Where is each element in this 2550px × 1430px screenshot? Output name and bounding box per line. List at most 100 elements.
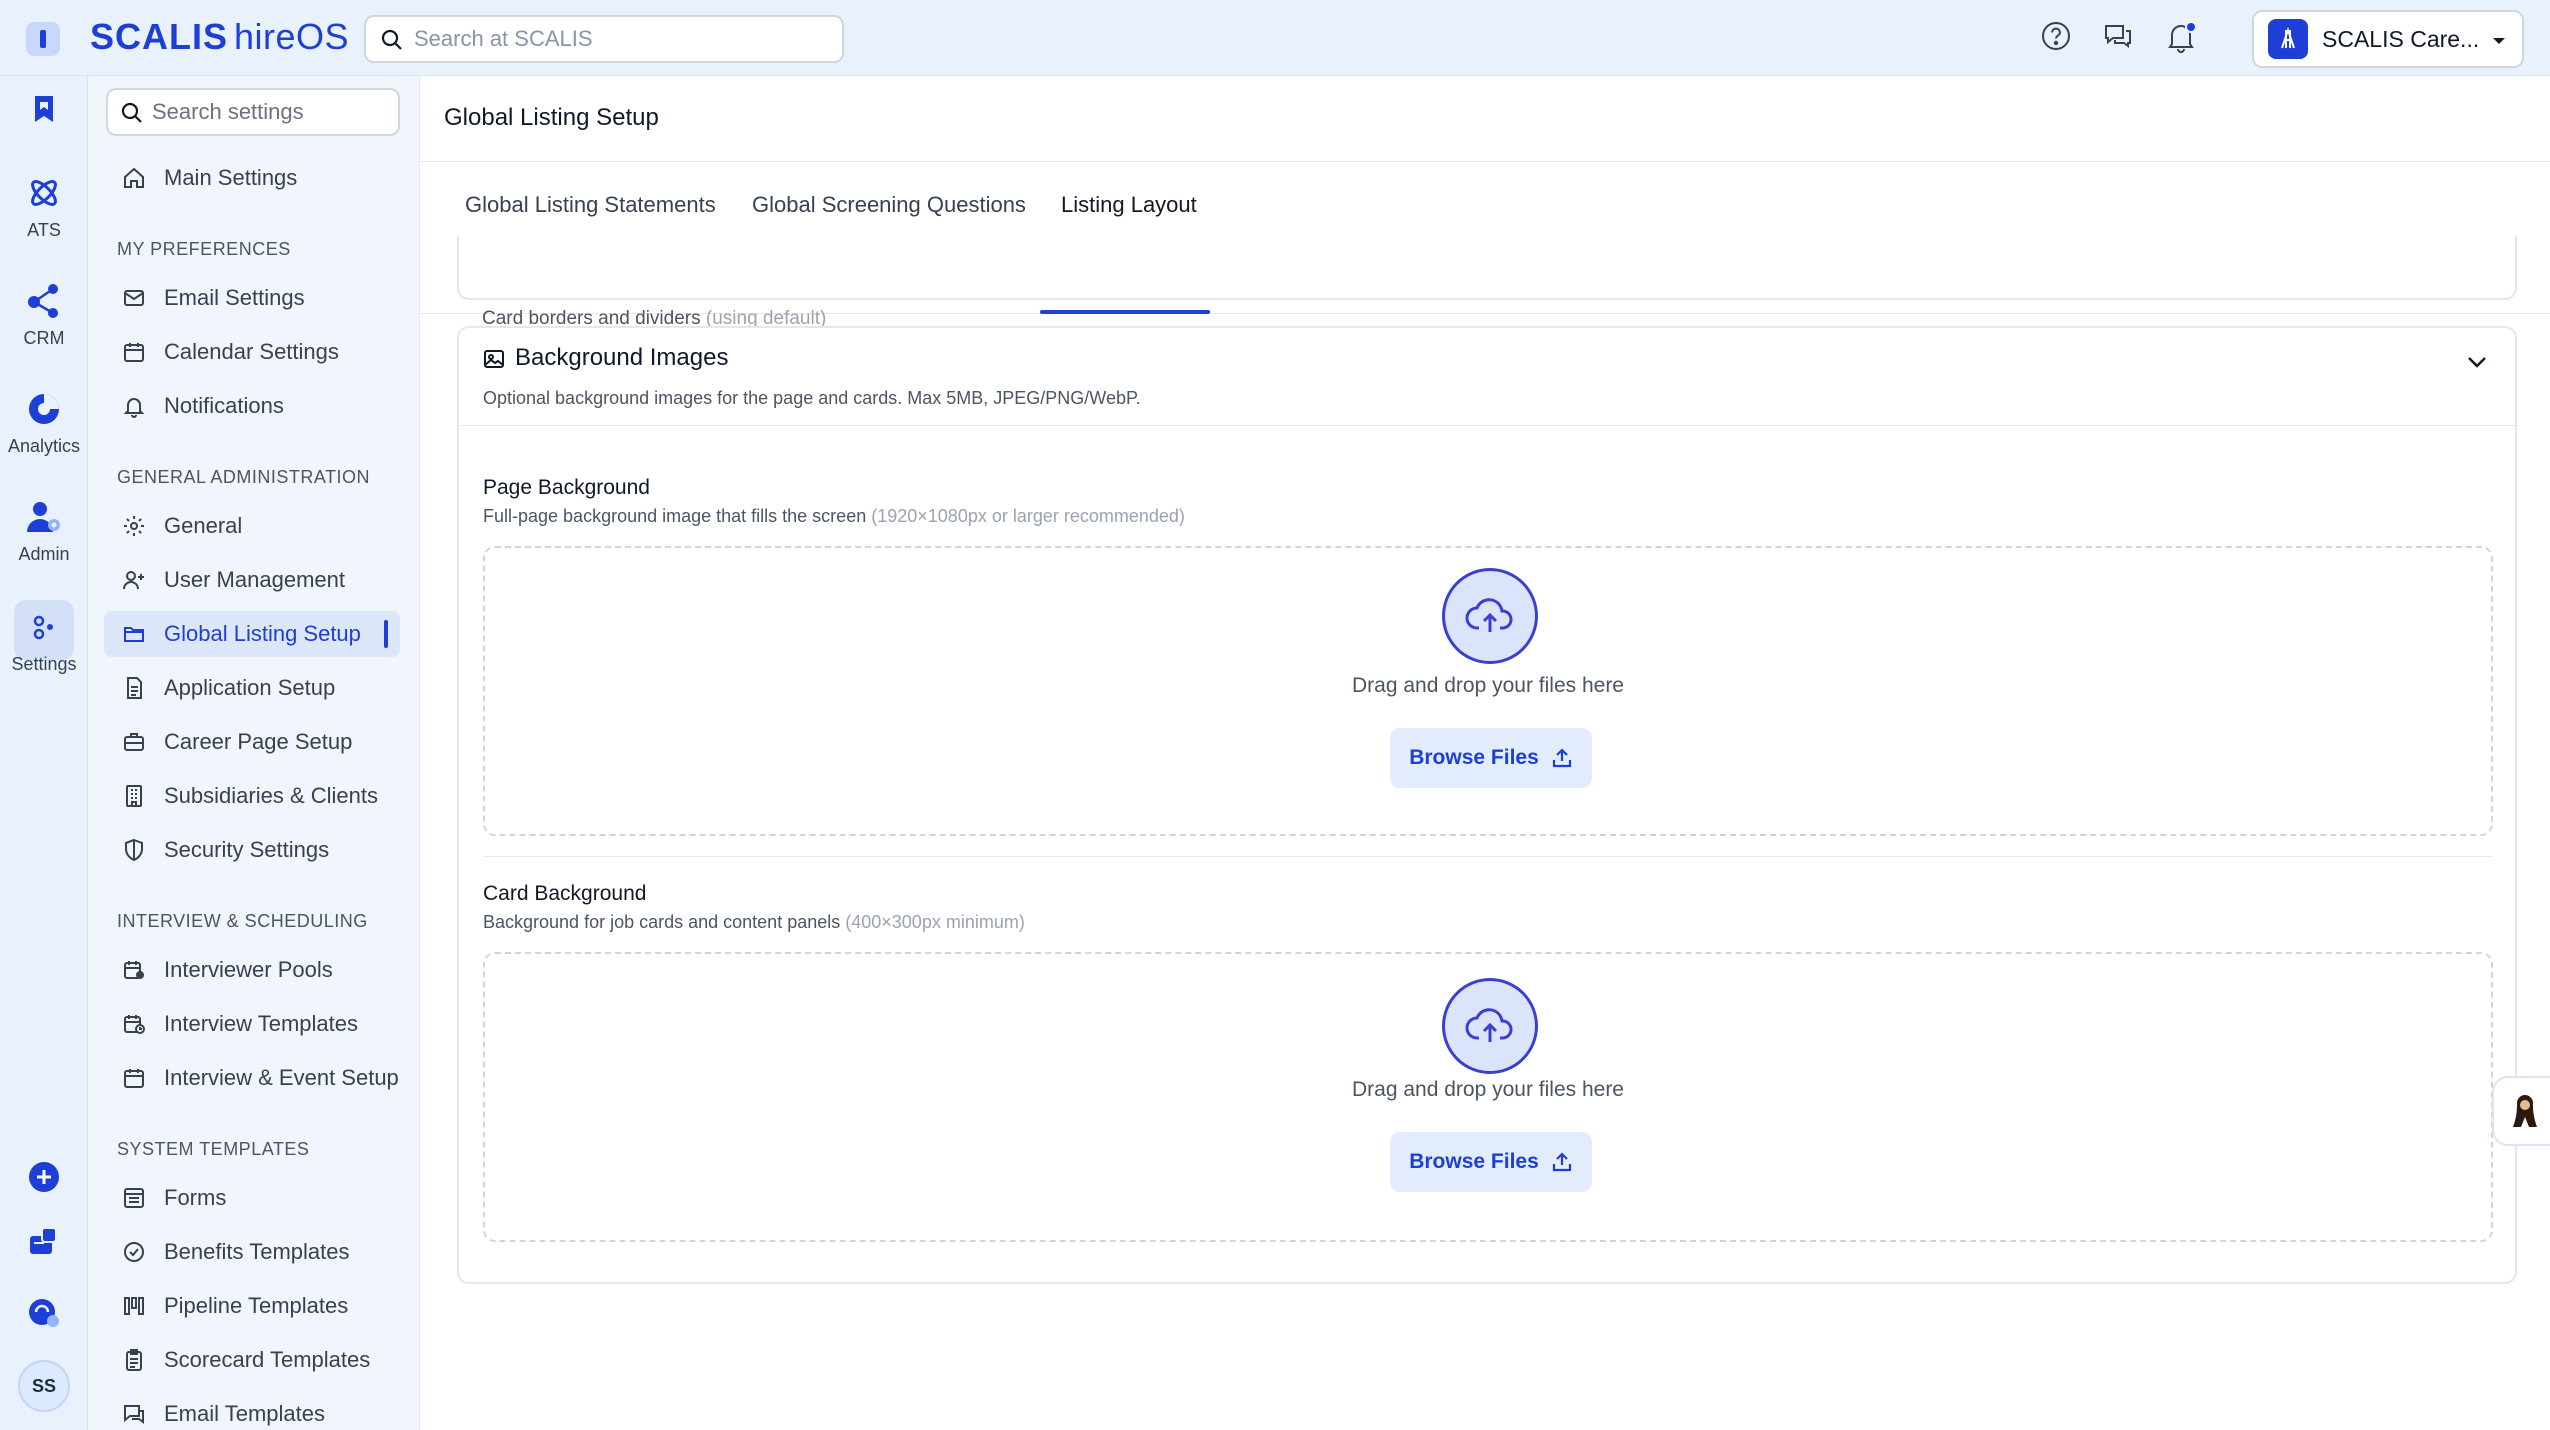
help-icon[interactable] [2040, 20, 2072, 57]
upload-icon [1551, 1151, 1573, 1173]
support-agent-avatar-icon [2513, 1095, 2537, 1127]
sidebar-item-email-templates[interactable]: Email Templates [104, 1391, 400, 1430]
sidebar-item-label: Main Settings [164, 165, 298, 190]
sidebar-item-interviewer-pools[interactable]: Interviewer Pools [104, 947, 400, 993]
section-heading-interview-scheduling: INTERVIEW & SCHEDULING [117, 911, 368, 931]
chevron-down-icon[interactable] [2463, 348, 2491, 381]
section-divider [483, 856, 2493, 857]
main-content: Global Listing Setup Global Listing Stat… [421, 76, 2550, 1430]
browse-files-label: Browse Files [1409, 1150, 1539, 1173]
sidebar-item-pipeline-templates[interactable]: Pipeline Templates [104, 1283, 400, 1329]
document-icon [120, 674, 148, 702]
sidebar-item-label: Email Templates [164, 1401, 325, 1426]
messages-icon[interactable] [2102, 20, 2134, 57]
card-description: Optional background images for the page … [483, 388, 1141, 408]
rail-integrations[interactable] [0, 1294, 88, 1330]
network-icon [0, 282, 88, 320]
sidebar-item-label: Email Settings [164, 285, 305, 310]
brand-product: hireOS [234, 16, 350, 57]
organization-switcher[interactable]: SCALIS Care... [2252, 10, 2524, 68]
page-background-dropzone[interactable]: Drag and drop your files here Browse Fil… [483, 546, 2493, 836]
sidebar-item-label: Global Listing Setup [164, 621, 361, 646]
brand-logo[interactable]: SCALIS hireOS [90, 17, 349, 57]
browse-files-button[interactable]: Browse Files [1390, 1132, 1592, 1192]
card-title: Background Images [515, 344, 729, 371]
page-header: Global Listing Setup [421, 76, 2550, 162]
sidebar-item-calendar-settings[interactable]: Calendar Settings [104, 329, 400, 375]
rail-item-analytics[interactable]: Analytics [0, 390, 88, 457]
background-images-card: Background Images Optional background im… [457, 326, 2517, 1284]
sidebar-item-label: Interview Templates [164, 1011, 359, 1036]
rail-label-admin: Admin [18, 544, 70, 564]
rail-inbox[interactable] [0, 1224, 88, 1260]
dropzone-text: Drag and drop your files here [1352, 1078, 1624, 1101]
sidebar-item-main-settings[interactable]: Main Settings [104, 155, 400, 201]
app-launcher-icon[interactable] [26, 22, 60, 56]
sidebar-item-subsidiaries-clients[interactable]: Subsidiaries & Clients [104, 773, 400, 819]
card-background-dropzone[interactable]: Drag and drop your files here Browse Fil… [483, 952, 2493, 1242]
kanban-icon [120, 1292, 148, 1320]
sidebar-item-label: Security Settings [164, 837, 330, 862]
section-heading-general-administration: GENERAL ADMINISTRATION [117, 467, 371, 487]
sidebar-item-forms[interactable]: Forms [104, 1175, 400, 1221]
card-header[interactable]: Background Images Optional background im… [459, 328, 2515, 426]
sidebar-item-interview-event-setup[interactable]: Interview & Event Setup [104, 1055, 400, 1101]
pie-chart-icon [0, 390, 88, 428]
sidebar-item-scorecard-templates[interactable]: Scorecard Templates [104, 1337, 400, 1383]
support-chat-button[interactable] [2492, 1076, 2550, 1146]
globe-plus-icon [0, 1294, 88, 1330]
card-background-label: Card Background [483, 882, 647, 905]
settings-dots-icon [0, 608, 88, 646]
card-background-description: Background for job cards and content pan… [483, 912, 1025, 933]
search-icon [120, 101, 144, 131]
sidebar-item-label: Interviewer Pools [164, 957, 333, 982]
user-avatar[interactable]: SS [18, 1360, 70, 1412]
sidebar-item-interview-templates[interactable]: Interview Templates [104, 1001, 400, 1047]
sidebar-item-security-settings[interactable]: Security Settings [104, 827, 400, 873]
active-tab-indicator [1040, 310, 1210, 314]
rail-label-crm: CRM [23, 328, 65, 348]
clipboard-icon [120, 1346, 148, 1374]
rail-item-crm[interactable]: CRM [0, 282, 88, 349]
top-bar: SCALIS hireOS Search at SCALIS SCALIS Car… [0, 0, 2550, 76]
page-background-note: (1920×1080px or larger recommended) [871, 506, 1185, 526]
sidebar-item-career-page-setup[interactable]: Career Page Setup [104, 719, 400, 765]
global-search-input[interactable]: Search at SCALIS [364, 15, 844, 63]
sidebar-item-notifications[interactable]: Notifications [104, 383, 400, 429]
sidebar-item-general[interactable]: General [104, 503, 400, 549]
sidebar-item-label: User Management [164, 567, 345, 592]
calendar-user-icon [120, 956, 148, 984]
notifications-bell-icon[interactable] [2164, 20, 2198, 59]
rail-item-ats[interactable]: ATS [0, 174, 88, 241]
sidebar-item-application-setup[interactable]: Application Setup [104, 665, 400, 711]
sidebar-item-label: Pipeline Templates [164, 1293, 349, 1318]
briefcase-icon [120, 728, 148, 756]
org-name: SCALIS Care... [2322, 25, 2480, 52]
sidebar-item-label: Scorecard Templates [164, 1347, 371, 1372]
sidebar-item-email-settings[interactable]: Email Settings [104, 275, 400, 321]
settings-search-input[interactable]: Search settings [106, 88, 400, 136]
calendar-clock-icon [120, 1010, 148, 1038]
sidebar-item-user-management[interactable]: User Management [104, 557, 400, 603]
sidebar-item-benefits-templates[interactable]: Benefits Templates [104, 1229, 400, 1275]
sidebar-item-global-listing-setup[interactable]: Global Listing Setup [104, 611, 400, 657]
tab-label: Global Listing Statements [465, 192, 716, 217]
rail-bookmark[interactable] [0, 92, 88, 126]
add-button[interactable] [0, 1160, 88, 1194]
browse-files-button[interactable]: Browse Files [1390, 728, 1592, 788]
rail-item-settings[interactable]: Settings [0, 608, 88, 675]
avatar-initials: SS [31, 1375, 56, 1396]
sidebar-item-label: General [164, 513, 243, 538]
calendar-icon [120, 338, 148, 366]
sidebar-item-label: Calendar Settings [164, 339, 339, 364]
sidebar-item-label: Forms [164, 1185, 227, 1210]
page-background-description: Full-page background image that fills th… [483, 506, 1185, 527]
section-heading-my-preferences: MY PREFERENCES [117, 239, 291, 259]
sidebar-item-label: Interview & Event Setup [164, 1065, 399, 1090]
folder-icon [120, 620, 148, 648]
sidebar-item-label: Notifications [164, 393, 284, 418]
settings-search-placeholder: Search settings [152, 99, 304, 124]
chevron-down-icon [2490, 32, 2508, 55]
org-logo-icon [2268, 19, 2308, 59]
rail-item-admin[interactable]: Admin [0, 498, 88, 565]
